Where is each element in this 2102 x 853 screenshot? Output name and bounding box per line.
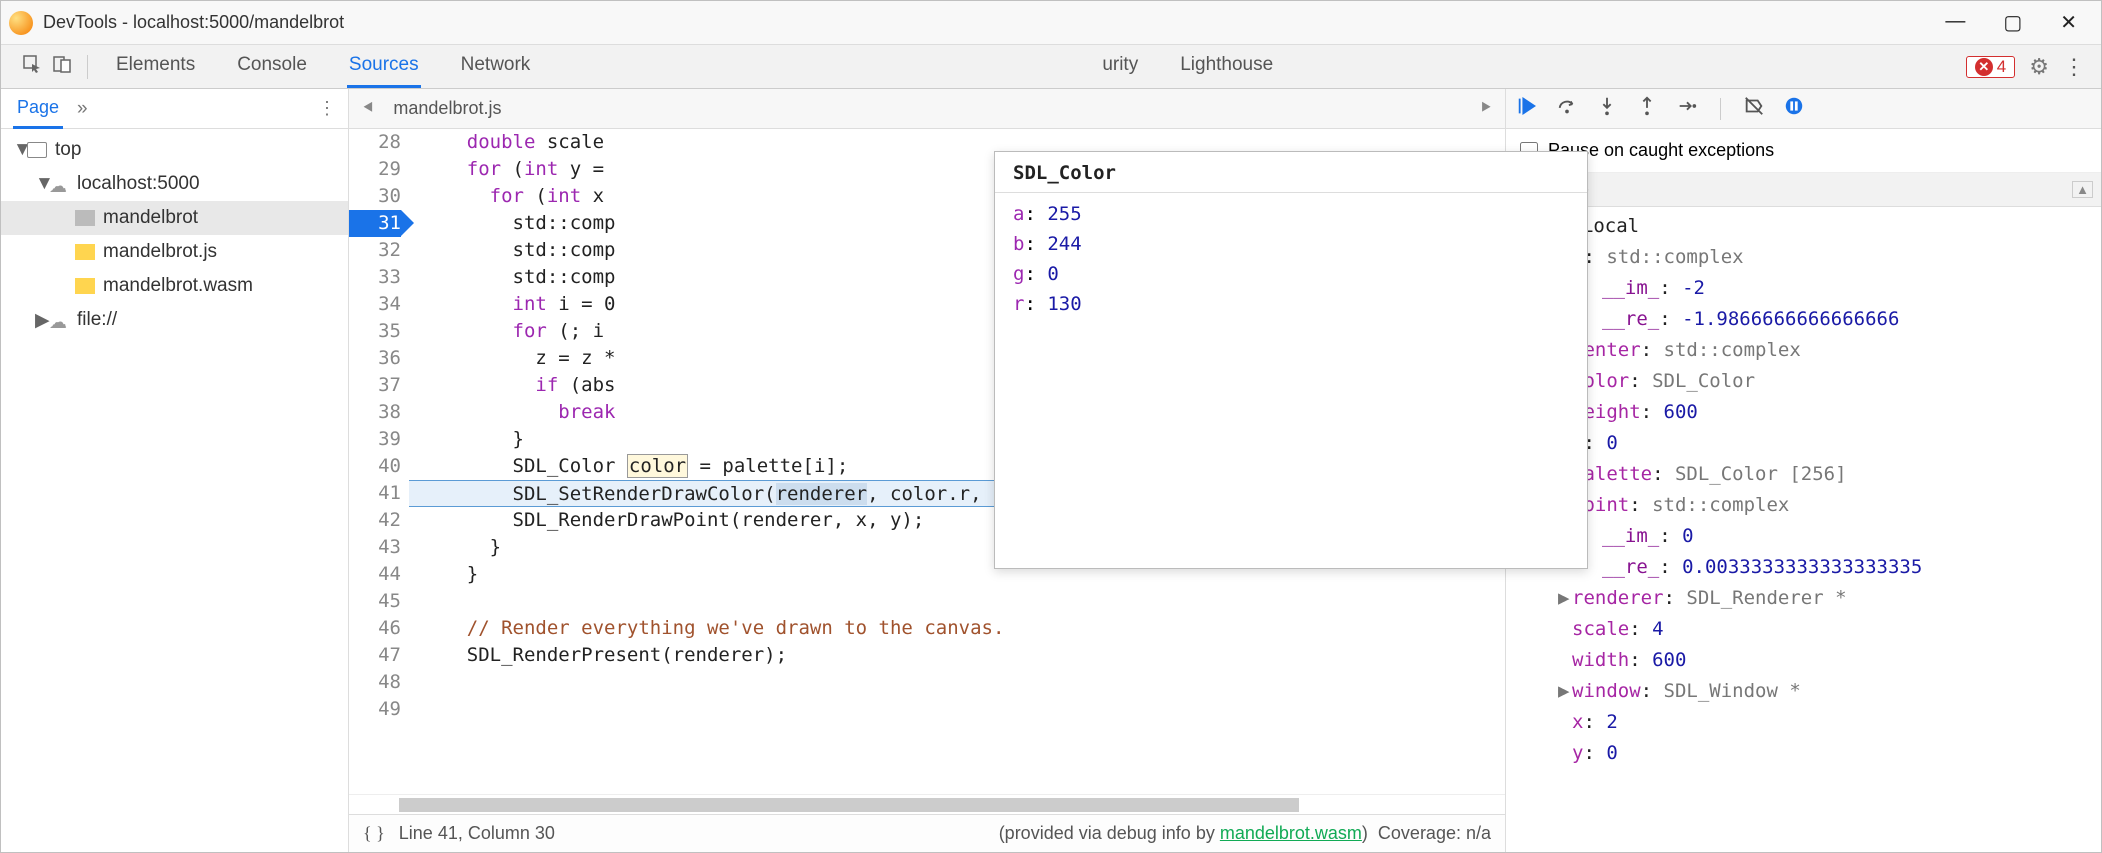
tab-elements[interactable]: Elements <box>114 45 197 88</box>
window-controls: ― ▢ ✕ <box>1945 10 2093 35</box>
inspect-element-icon[interactable] <box>17 54 47 79</box>
tab-console[interactable]: Console <box>235 45 309 88</box>
pause-exceptions-icon[interactable] <box>1783 95 1805 122</box>
tree-file-mandelbrot-wasm[interactable]: mandelbrot.wasm <box>1 269 348 303</box>
deactivate-breakpoints-icon[interactable] <box>1743 95 1765 122</box>
tree-host[interactable]: ▼ localhost:5000 <box>1 167 348 201</box>
tab-lighthouse[interactable]: Lighthouse <box>1178 45 1275 88</box>
kebab-menu-icon[interactable]: ⋮ <box>2063 54 2085 80</box>
debugger-panel: Pause on caught exceptions ▼Scope ▲ ▼L L… <box>1505 89 2101 852</box>
step-out-icon[interactable] <box>1636 95 1658 122</box>
error-icon: ✕ <box>1975 58 1993 76</box>
coverage-label: Coverage: n/a <box>1378 823 1491 843</box>
pause-on-caught-row[interactable]: Pause on caught exceptions <box>1506 129 2101 173</box>
tooltip-title: SDL_Color <box>995 152 1587 193</box>
error-badge[interactable]: ✕ 4 <box>1966 56 2015 78</box>
cursor-position: Line 41, Column 30 <box>399 823 555 844</box>
editor-tab[interactable]: mandelbrot.js <box>379 92 515 125</box>
resume-icon[interactable] <box>1516 95 1538 122</box>
navigator-menu-icon[interactable]: ⋮ <box>318 98 336 119</box>
pretty-print-icon[interactable]: { } <box>363 823 385 844</box>
tooltip-body: a: 255b: 244g: 0r: 130 <box>995 193 1587 325</box>
tree-file-mandelbrot[interactable]: mandelbrot <box>1 201 348 235</box>
step-icon[interactable] <box>1676 95 1698 122</box>
tree-top[interactable]: ▼ top <box>1 133 348 167</box>
scope-variables[interactable]: ▼L Local▼c: std::complex__im_: -2__re_: … <box>1506 207 2101 852</box>
line-gutter[interactable]: 2829303132333435363738394041424344454647… <box>349 129 409 794</box>
device-toolbar-icon[interactable] <box>47 54 77 79</box>
nav-back-icon[interactable]: ⯇ <box>361 98 375 119</box>
minimize-button[interactable]: ― <box>1945 10 1965 35</box>
devtools-tabbar: Elements Console Sources Network urity L… <box>1 45 2101 89</box>
separator <box>1720 98 1721 120</box>
sources-navigator: Page » ⋮ ▼ top ▼ localhost:5000 mandelbr… <box>1 89 349 852</box>
editor-tabbar: ⯇ mandelbrot.js ⯈ <box>349 89 1505 129</box>
tree-file-mandelbrot-js[interactable]: mandelbrot.js <box>1 235 348 269</box>
value-tooltip: SDL_Color a: 255b: 244g: 0r: 130 <box>994 151 1588 569</box>
window-titlebar: DevTools - localhost:5000/mandelbrot ― ▢… <box>1 1 2101 45</box>
page-tab[interactable]: Page <box>13 89 63 129</box>
error-count: 4 <box>1997 57 2006 77</box>
tab-network[interactable]: Network <box>459 45 533 88</box>
devtools-favicon <box>9 11 33 35</box>
tab-security-partial[interactable]: urity <box>1100 45 1140 88</box>
debugger-toolbar <box>1506 89 2101 129</box>
more-tabs-icon[interactable]: » <box>77 98 88 120</box>
separator <box>87 55 88 79</box>
window-title: DevTools - localhost:5000/mandelbrot <box>43 12 344 33</box>
file-tree: ▼ top ▼ localhost:5000 mandelbrot mandel… <box>1 129 348 341</box>
step-into-icon[interactable] <box>1596 95 1618 122</box>
editor-statusbar: { } Line 41, Column 30 (provided via deb… <box>349 814 1505 852</box>
tree-file-scheme[interactable]: ▶ file:// <box>1 303 348 337</box>
settings-gear-icon[interactable]: ⚙ <box>2029 54 2049 80</box>
source-panel: ⯇ mandelbrot.js ⯈ 2829303132333435363738… <box>349 89 1505 852</box>
scope-header[interactable]: ▼Scope ▲ <box>1506 173 2101 207</box>
maximize-button[interactable]: ▢ <box>2003 10 2022 35</box>
scope-scroll-up-icon[interactable]: ▲ <box>2072 181 2093 198</box>
navigator-tabs: Page » ⋮ <box>1 89 348 129</box>
panel-tabs: Elements Console Sources Network urity L… <box>114 45 1275 88</box>
nav-fwd-icon[interactable]: ⯈ <box>1479 98 1493 119</box>
tab-sources[interactable]: Sources <box>347 45 421 88</box>
horizontal-scrollbar[interactable] <box>349 794 1505 814</box>
step-over-icon[interactable] <box>1556 95 1578 122</box>
close-button[interactable]: ✕ <box>2060 10 2077 35</box>
debuginfo-link[interactable]: mandelbrot.wasm <box>1220 823 1362 843</box>
